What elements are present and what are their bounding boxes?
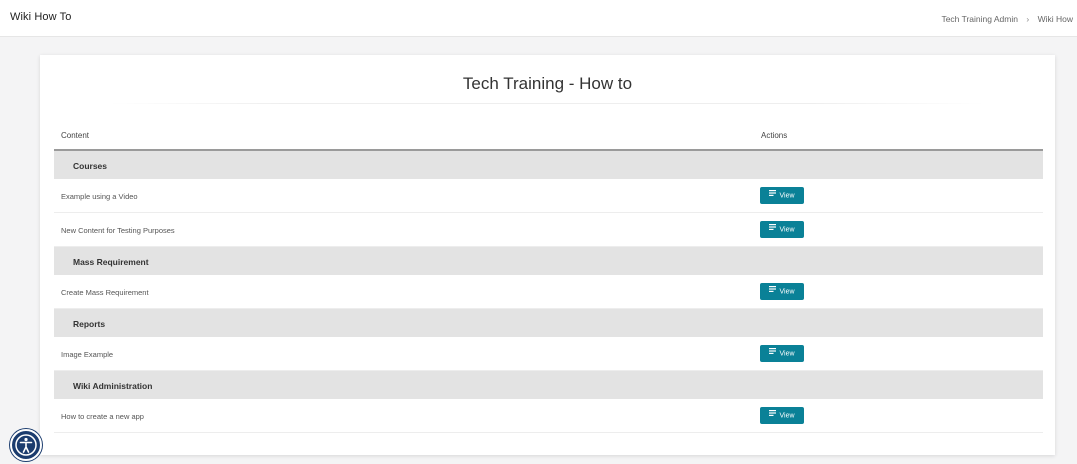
column-header-actions: Actions <box>761 131 788 140</box>
row-label: Image Example <box>61 350 114 359</box>
page-title: Tech Training - How to <box>462 74 633 93</box>
section-label: Mass Requirement <box>73 257 149 267</box>
row-label: Create Mass Requirement <box>61 288 149 297</box>
section-header-reports: Reports <box>54 309 1043 337</box>
table-row: Example using a Video View <box>54 179 1043 213</box>
list-view-icon <box>769 406 777 423</box>
table-row: How to create a new app View <box>54 399 1043 433</box>
column-header-content: Content <box>61 131 90 140</box>
view-button-label: View <box>779 350 795 358</box>
row-label: New Content for Testing Purposes <box>61 226 175 235</box>
section-label: Reports <box>73 319 106 329</box>
app-title: Wiki How To <box>10 11 72 23</box>
row-label: Example using a Video <box>61 192 138 201</box>
view-button[interactable]: View <box>760 407 804 424</box>
title-divider <box>110 103 985 104</box>
view-button-label: View <box>779 288 795 296</box>
view-button[interactable]: View <box>760 187 804 204</box>
row-label: How to create a new app <box>61 412 144 421</box>
section-header-mass-requirement: Mass Requirement <box>54 247 1043 275</box>
view-button[interactable]: View <box>760 345 804 362</box>
table-row: Create Mass Requirement View <box>54 275 1043 309</box>
breadcrumb: Tech Training Admin › Wiki How <box>941 14 1073 24</box>
section-header-wiki-administration: Wiki Administration <box>54 371 1043 399</box>
section-label: Wiki Administration <box>73 381 153 391</box>
list-view-icon <box>769 220 777 237</box>
accessibility-icon[interactable] <box>10 429 42 461</box>
table-row: Image Example View <box>54 337 1043 371</box>
top-bar: Wiki How To Tech Training Admin › Wiki H… <box>0 0 1077 37</box>
view-button-label: View <box>779 412 795 420</box>
section-header-courses: Courses <box>54 151 1043 179</box>
section-label: Courses <box>73 161 108 171</box>
breadcrumb-item-current: Wiki How <box>1037 14 1073 24</box>
view-button-label: View <box>779 226 795 234</box>
view-button[interactable]: View <box>760 283 804 300</box>
view-button[interactable]: View <box>760 221 804 238</box>
view-button-label: View <box>779 192 795 200</box>
list-view-icon <box>769 186 777 203</box>
chevron-right-icon: › <box>1026 14 1030 24</box>
breadcrumb-item-admin[interactable]: Tech Training Admin <box>941 14 1018 24</box>
table-row: New Content for Testing Purposes View <box>54 213 1043 247</box>
list-view-icon <box>769 282 777 299</box>
list-view-icon <box>769 344 777 361</box>
content-card: Tech Training - How to Content Actions C… <box>40 55 1055 455</box>
